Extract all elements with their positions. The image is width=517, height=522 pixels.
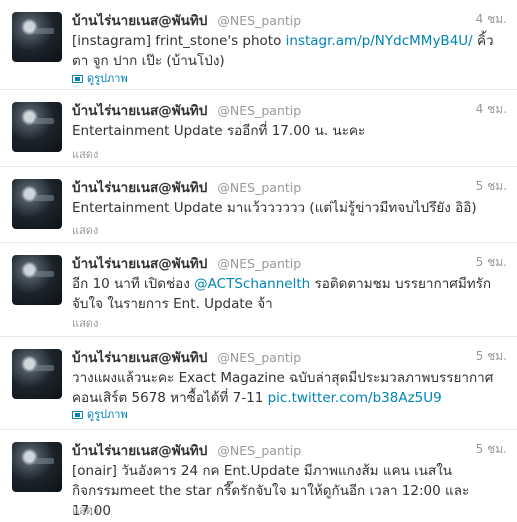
tweet-text: [instagram] frint_stone's photo instagr.… — [72, 31, 509, 71]
avatar[interactable] — [12, 349, 62, 399]
tweet-text-part: อีก 10 นาที เปิดช่อง — [72, 276, 195, 292]
user-name[interactable]: บ้านไร่นายเนส@พันทิป — [72, 13, 207, 29]
tweet-text: อีก 10 นาที เปิดช่อง @ACTSchannelth รอติ… — [72, 274, 509, 314]
user-name[interactable]: บ้านไร่นายเนส@พันทิป — [72, 256, 207, 272]
tweet-header: บ้านไร่นายเนส@พันทิป @NES_pantip 5 ชม. — [72, 439, 507, 459]
tweet-time[interactable]: 4 ชม. — [476, 10, 507, 29]
tweet-item[interactable]: บ้านไร่นายเนส@พันทิป @NES_pantip 5 ชม. [… — [0, 430, 517, 522]
user-handle[interactable]: @NES_pantip — [217, 443, 301, 458]
view-photo-button[interactable]: ดูรูปภาพ — [72, 405, 128, 423]
user-name[interactable]: บ้านไร่นายเนส@พันทิป — [72, 103, 207, 119]
photo-icon — [72, 75, 83, 83]
user-name[interactable]: บ้านไร่นายเนส@พันทิป — [72, 443, 207, 459]
view-photo-label: ดูรูปภาพ — [87, 408, 128, 421]
tweet-header: บ้านไร่นายเนส@พันทิป @NES_pantip 5 ชม. — [72, 176, 507, 196]
user-handle[interactable]: @NES_pantip — [217, 180, 301, 195]
mention-link[interactable]: @ACTSchannelth — [194, 276, 310, 292]
tweet-item[interactable]: บ้านไร่นายเนส@พันทิป @NES_pantip 5 ชม. อ… — [0, 243, 517, 337]
avatar[interactable] — [12, 179, 62, 229]
tweet-text-part: Entertainment Update มาแว้วววววว (แต่ไม่… — [72, 200, 477, 216]
tweet-link[interactable]: pic.twitter.com/b38Az5U9 — [268, 390, 442, 406]
tweet-text: วางแผงแล้วนะคะ Exact Magazine ฉบับล่าสุด… — [72, 368, 509, 408]
avatar[interactable] — [12, 442, 62, 492]
avatar[interactable] — [12, 102, 62, 152]
avatar[interactable] — [12, 12, 62, 62]
user-handle[interactable]: @NES_pantip — [217, 350, 301, 365]
show-button[interactable]: แสดง — [72, 221, 98, 239]
tweet-time[interactable]: 4 ชม. — [476, 100, 507, 119]
user-handle[interactable]: @NES_pantip — [217, 256, 301, 271]
tweet-text: Entertainment Update รออีกที่ 17.00 น. น… — [72, 121, 509, 141]
tweet-item[interactable]: บ้านไร่นายเนส@พันทิป @NES_pantip 5 ชม. E… — [0, 167, 517, 243]
tweet-time[interactable]: 5 ชม. — [476, 253, 507, 272]
tweet-header: บ้านไร่นายเนส@พันทิป @NES_pantip 5 ชม. — [72, 252, 507, 272]
tweet-feed: บ้านไร่นายเนส@พันทิป @NES_pantip 4 ชม. [… — [0, 0, 517, 522]
tweet-text: [onair] วันอังคาร 24 กค Ent.Update มีภาพ… — [72, 461, 509, 521]
tweet-time[interactable]: 5 ชม. — [476, 177, 507, 196]
photo-icon — [72, 411, 83, 419]
tweet-time[interactable]: 5 ชม. — [476, 440, 507, 459]
tweet-item[interactable]: บ้านไร่นายเนส@พันทิป @NES_pantip 4 ชม. E… — [0, 90, 517, 167]
tweet-header: บ้านไร่นายเนส@พันทิป @NES_pantip 4 ชม. — [72, 99, 507, 119]
tweet-time[interactable]: 5 ชม. — [476, 347, 507, 366]
user-handle[interactable]: @NES_pantip — [217, 103, 301, 118]
tweet-item[interactable]: บ้านไร่นายเนส@พันทิป @NES_pantip 4 ชม. [… — [0, 0, 517, 90]
tweet-header: บ้านไร่นายเนส@พันทิป @NES_pantip 4 ชม. — [72, 9, 507, 29]
tweet-item[interactable]: บ้านไร่นายเนส@พันทิป @NES_pantip 5 ชม. ว… — [0, 337, 517, 430]
user-handle[interactable]: @NES_pantip — [217, 13, 301, 28]
tweet-link[interactable]: instagr.am/p/NYdcMMyB4U/ — [286, 33, 473, 49]
user-name[interactable]: บ้านไร่นายเนส@พันทิป — [72, 350, 207, 366]
tweet-text: Entertainment Update มาแว้วววววว (แต่ไม่… — [72, 198, 509, 218]
tweet-text-part: [instagram] frint_stone's photo — [72, 33, 286, 49]
tweet-header: บ้านไร่นายเนส@พันทิป @NES_pantip 5 ชม. — [72, 346, 507, 366]
tweet-text-part: Entertainment Update รออีกที่ 17.00 น. น… — [72, 123, 366, 139]
show-button[interactable]: แสดง — [72, 145, 98, 163]
show-button[interactable]: แสดง — [72, 501, 98, 519]
show-button[interactable]: แสดง — [72, 314, 98, 332]
tweet-text-part: [onair] วันอังคาร 24 กค Ent.Update มีภาพ… — [72, 463, 470, 519]
view-photo-label: ดูรูปภาพ — [87, 72, 128, 85]
view-photo-button[interactable]: ดูรูปภาพ — [72, 69, 128, 87]
avatar[interactable] — [12, 255, 62, 305]
user-name[interactable]: บ้านไร่นายเนส@พันทิป — [72, 180, 207, 196]
